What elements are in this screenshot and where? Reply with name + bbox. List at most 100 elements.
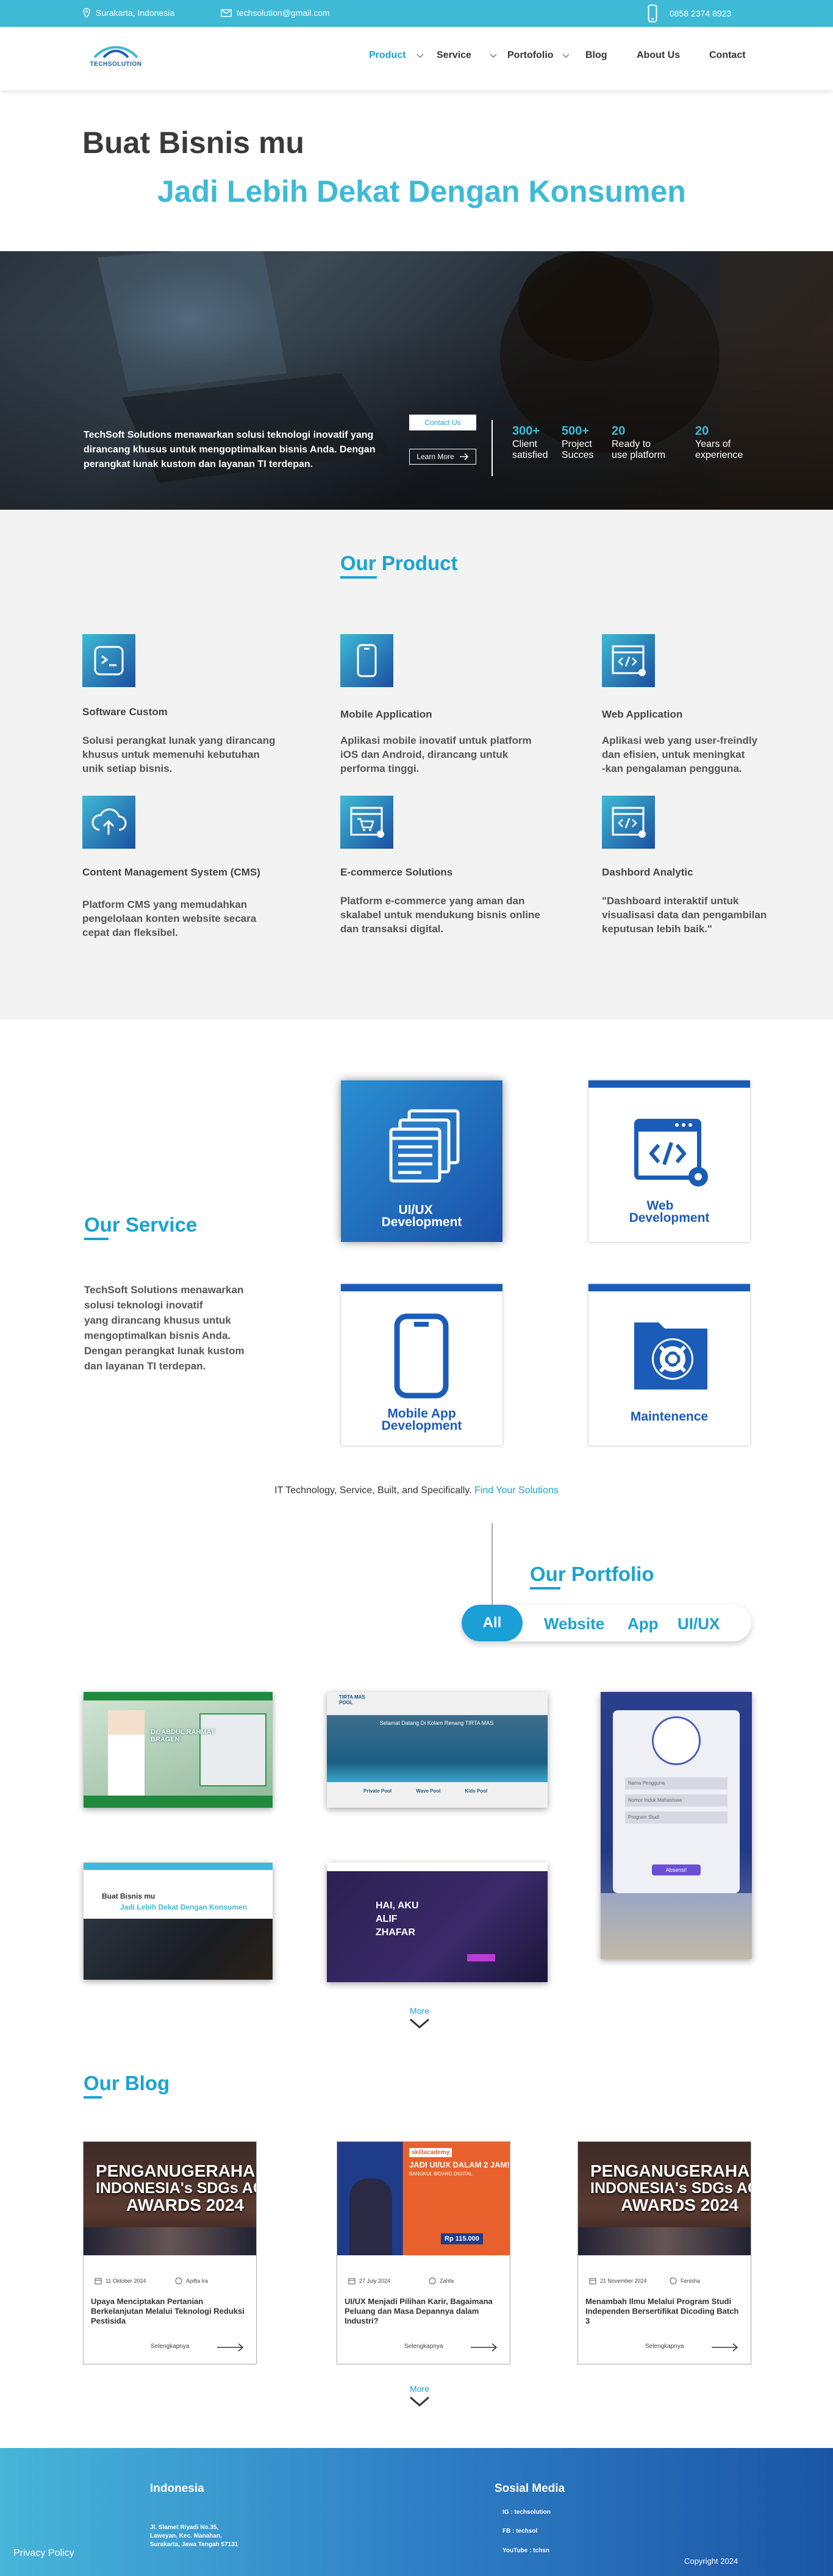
blog-image-person — [349, 2178, 392, 2255]
pool-card: Kids Pool — [465, 1788, 488, 1794]
service-title-text: Our Service — [84, 1213, 198, 1236]
blog-author: Fenisha — [670, 2277, 700, 2285]
social-youtube[interactable]: YouTube : tchsn — [502, 2547, 549, 2555]
portfolio-item-techsolution[interactable]: Buat Bisnis mu Jadi Lebih Dekat Dengan K… — [84, 1863, 273, 1980]
author-text: Zahfa — [440, 2278, 454, 2284]
nav-blog[interactable]: Blog — [585, 50, 607, 61]
filter-uiux[interactable]: UI/UX — [677, 1614, 720, 1633]
user-icon — [429, 2277, 436, 2285]
user-icon — [670, 2277, 677, 2285]
learn-more-button[interactable]: Learn More — [409, 449, 476, 465]
nav-product[interactable]: Product — [369, 50, 425, 61]
product-icon-software — [82, 634, 135, 687]
image-line: AWARDS 2024 — [621, 2196, 738, 2214]
service-card-label: Mobile App Development — [341, 1407, 502, 1433]
blog-image: PENGANUGERAHAN INDONESIA's SDGs ACTI AWA… — [578, 2142, 751, 2255]
stat-label: Succes — [562, 450, 594, 460]
blog-card[interactable]: skillacademy JADI UI/UX DALAM 2 JAM! BAN… — [337, 2141, 510, 2364]
social-instagram[interactable]: IG : techsolution — [502, 2508, 551, 2517]
label-line: Web — [646, 1199, 674, 1213]
read-more-link[interactable]: Selengkapnya — [645, 2343, 684, 2350]
filter-website[interactable]: Website — [544, 1614, 604, 1633]
email-info[interactable]: techsolution@gmail.com — [221, 8, 330, 18]
hero-description: TechSoft Solutions menawarkan solusi tek… — [84, 430, 376, 469]
thumb-banner — [84, 1919, 273, 1980]
portfolio-item-pool[interactable]: TIRTA MAS POOL Selamat Datang Di Kolam R… — [327, 1692, 548, 1808]
thumb-pool-logo: TIRTA MAS POOL — [339, 1694, 365, 1705]
portfolio-item-hospital[interactable]: Dr. ABDUL RAHMAT BRAGEN — [84, 1692, 273, 1808]
stat-number: 300+ — [512, 424, 540, 438]
desc-line: visualisasi data dan pengambilan — [602, 909, 767, 921]
find-solutions-link[interactable]: Find Your Solutions — [474, 1485, 559, 1496]
hero-heading-line1: Buat Bisnis mu — [82, 126, 304, 160]
chevron-down-icon — [490, 54, 497, 58]
logo[interactable]: TECHSOLUTION — [82, 43, 149, 68]
more-label: More — [410, 2384, 429, 2394]
contact-us-button[interactable]: Contact Us — [409, 415, 476, 430]
thumb-doctor — [108, 1710, 145, 1808]
thumb-input: Nomor Induk Mahasiswa — [625, 1794, 728, 1807]
desc-line: dan efisien, untuk meningkat — [602, 749, 745, 760]
blog-image-subline: BANGKUL BIDANG DIGITAL — [409, 2171, 473, 2177]
portfolio-item-personal[interactable]: HAI, AKU ALIF ZHAFAR — [327, 1863, 548, 1982]
product-title: Mobile Application — [340, 708, 432, 720]
cloud-upload-icon — [91, 808, 127, 835]
phone-text: 0858 2374 8923 — [670, 9, 732, 18]
thumb-header — [84, 1692, 273, 1700]
thumb-avatar — [652, 1716, 701, 1765]
nav-service[interactable]: Service — [437, 50, 498, 61]
phone-info[interactable]: 0858 2374 8923 — [648, 4, 731, 23]
read-more-link[interactable]: Selengkapnya — [151, 2343, 189, 2350]
blog-title[interactable]: UI/UX Menjadi Pilihan Karir, Bagaimana P… — [345, 2297, 503, 2326]
footer-address: Jl. Slamet Riyadi No.35, Laweyan, Kec. M… — [150, 2524, 238, 2549]
blog-image: skillacademy JADI UI/UX DALAM 2 JAM! BAN… — [337, 2142, 510, 2255]
nav-about[interactable]: About Us — [637, 50, 680, 61]
arrow-right-icon — [459, 453, 468, 460]
portfolio-more-link[interactable]: More — [401, 2006, 438, 2029]
navbar: TECHSOLUTION Product Service Portofolio … — [0, 27, 833, 90]
blog-title[interactable]: Menambah Ilmu Melalui Program Studi Inde… — [585, 2297, 744, 2326]
product-desc: Platform e-commerce yang aman dan skalabe… — [340, 894, 540, 936]
arrow-right-icon — [217, 2343, 244, 2352]
filter-all[interactable]: All — [462, 1605, 523, 1641]
product-title-text: Our Product — [340, 552, 458, 574]
stat-projects: 500+ Project Succes — [562, 425, 594, 461]
blog-card[interactable]: PENGANUGERAHAN INDONESIA's SDGs ACTI AWA… — [577, 2141, 751, 2364]
product-title: Content Management System (CMS) — [82, 866, 260, 878]
label-line: Development — [381, 1419, 462, 1433]
desc-line: pengelolaan konten website secara — [82, 913, 257, 924]
web-code-icon — [612, 645, 646, 676]
privacy-policy-link[interactable]: Privacy Policy — [13, 2548, 74, 2559]
service-card-web[interactable]: Web Development — [588, 1080, 750, 1242]
nav-contact[interactable]: Contact — [709, 50, 746, 61]
hero-banner: TechSoft Solutions menawarkan solusi tek… — [0, 251, 833, 510]
service-card-maintenance[interactable]: Maintenence — [588, 1284, 750, 1446]
arrow-right-icon — [471, 2343, 498, 2352]
desc-line: unik setiap bisnis. — [82, 763, 173, 774]
product-icon-ecommerce — [340, 796, 393, 849]
product-title: Software Custom — [82, 706, 168, 718]
title-underline — [84, 1238, 109, 1240]
stat-number: 20 — [612, 424, 626, 438]
product-title: Web Application — [602, 708, 683, 720]
stat-label: Project — [562, 439, 592, 449]
thumb-pool-headline: Selamat Datang Di Kolam Renang TIRTA MAS — [379, 1720, 494, 1726]
nav-portofolio[interactable]: Portofolio — [507, 50, 571, 61]
footer-social-title: Sosial Media — [495, 2482, 565, 2495]
stat-label: use platform — [612, 450, 666, 460]
image-line: PENGANUGERAHAN — [590, 2161, 751, 2180]
read-more-link[interactable]: Selengkapnya — [404, 2343, 443, 2350]
blog-more-link[interactable]: More — [401, 2384, 438, 2407]
learn-more-label: Learn More — [416, 452, 454, 461]
social-facebook[interactable]: FB : techsol — [502, 2527, 537, 2536]
service-card-uiux[interactable]: UI/UX Development — [341, 1080, 502, 1242]
label-line: Development — [381, 1215, 462, 1229]
stat-platforms: 20 Ready to use platform — [612, 424, 666, 461]
portfolio-item-attendance-app[interactable]: Nama Pengguna Nomor Induk Mahasiswa Prog… — [601, 1692, 752, 1959]
blog-title[interactable]: Upaya Menciptakan Pertanian Berkelanjuta… — [91, 2297, 249, 2326]
terminal-icon — [94, 646, 124, 676]
filter-app[interactable]: App — [627, 1614, 659, 1633]
email-text: techsolution@gmail.com — [237, 8, 330, 18]
blog-card[interactable]: PENGANUGERAHAN INDONESIA's SDGs ACTI AWA… — [83, 2141, 257, 2364]
service-card-mobile[interactable]: Mobile App Development — [341, 1284, 502, 1446]
